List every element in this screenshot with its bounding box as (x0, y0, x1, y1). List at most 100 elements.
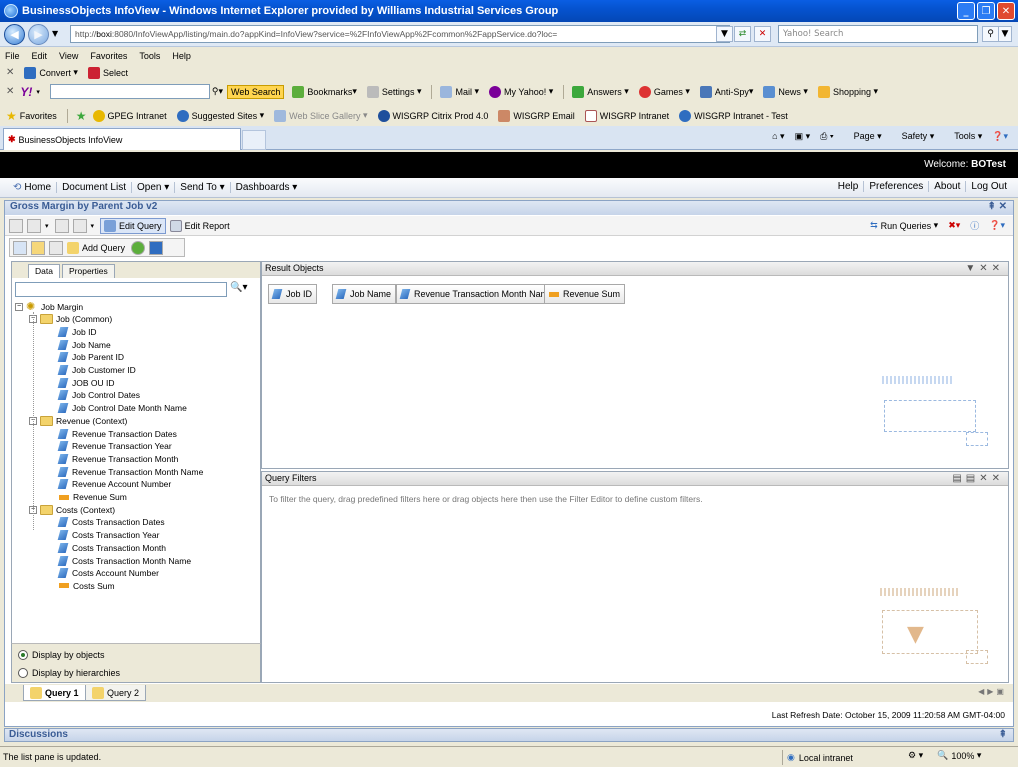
search-options-icon[interactable]: ▼ (998, 26, 1012, 42)
help-icon[interactable]: ❓▾ (992, 131, 1008, 142)
home-icon[interactable]: ⌂ ▾ (772, 131, 784, 142)
fav-link-email[interactable]: WISGRP Email (498, 109, 575, 122)
search-go-icon[interactable]: ⚲ (982, 26, 999, 42)
tree-item[interactable]: Costs Sum (59, 579, 115, 592)
query-tab-navigation[interactable]: ◀▶▣ (978, 687, 1007, 696)
combine-icon[interactable] (131, 240, 146, 255)
close-button[interactable]: ✕ (997, 2, 1015, 20)
tree-item[interactable]: Costs Transaction Month (57, 541, 166, 554)
menu-favorites[interactable]: Favorites (90, 51, 127, 61)
display-by-objects-option[interactable]: Display by objects (18, 650, 105, 660)
fav-link-citrix[interactable]: WISGRP Citrix Prod 4.0 (377, 109, 488, 122)
tree-item[interactable]: Costs Transaction Year (57, 529, 159, 542)
nav-dashboards[interactable]: Dashboards ▾ (231, 182, 303, 193)
maximize-button[interactable]: ❐ (977, 2, 995, 20)
yahoo-dropdown-icon[interactable]: ▾ (36, 88, 40, 96)
tree-item[interactable]: Revenue Sum (59, 491, 127, 504)
view-sql-icon[interactable] (31, 240, 45, 255)
toolbar-close-icon[interactable]: ✕ (6, 67, 14, 78)
run-queries-button[interactable]: ⇆ Run Queries ▾ (870, 220, 938, 231)
tree-item[interactable]: Job Control Dates (57, 389, 140, 402)
tree-item[interactable]: JOB OU ID (57, 376, 115, 389)
yahoo-search-icon[interactable]: ⚲▾ (212, 86, 223, 97)
tab-query-1[interactable]: Query 1 (23, 685, 86, 701)
nav-open[interactable]: Open ▾ (132, 182, 176, 193)
new-doc-icon[interactable] (9, 218, 23, 233)
security-zone[interactable]: ◉ Local intranet (782, 750, 902, 765)
result-panel-controls[interactable]: ▼✕✕ (965, 262, 1004, 275)
save-icon[interactable] (27, 218, 41, 233)
tree-item[interactable]: Revenue Transaction Month Name (57, 465, 203, 478)
fav-link-gpeg[interactable]: GPEG Intranet (92, 109, 167, 122)
mail-button[interactable]: Mail ▾ (440, 85, 479, 98)
sql-icon[interactable] (149, 240, 164, 255)
object-search-input[interactable] (15, 282, 227, 297)
news-button[interactable]: News ▾ (763, 85, 808, 98)
result-object-chip[interactable]: Revenue Sum (544, 284, 626, 304)
menu-view[interactable]: View (59, 51, 78, 61)
nav-document-list[interactable]: Document List (57, 182, 132, 193)
display-by-hierarchies-option[interactable]: Display by hierarchies (18, 668, 120, 678)
nav-logout[interactable]: Log Out (965, 181, 1012, 192)
history-dropdown-icon[interactable]: ▼ (52, 29, 58, 38)
result-objects-panel[interactable]: Result Objects ▼✕✕ Job ID Job Name Revenue… (261, 261, 1009, 469)
url-input[interactable]: http://boxi:8080/InfoViewApp/listing/mai… (70, 25, 730, 43)
fav-link-intranet-test[interactable]: WISGRP Intranet - Test (679, 109, 788, 122)
browser-tab-active[interactable]: ✱ BusinessObjects InfoView (3, 128, 241, 150)
menu-tools[interactable]: Tools (139, 51, 160, 61)
zoom-control[interactable]: ⚙ ▾ 🔍 100% ▾ (908, 750, 981, 761)
filter-panel-controls[interactable]: ▤▤✕✕ (952, 472, 1004, 485)
query-filters-panel[interactable]: Query Filters ▤▤✕✕ To filter the query, … (261, 471, 1009, 683)
minimize-button[interactable]: _ (957, 2, 975, 20)
tree-folder[interactable]: − Job (Common) (29, 313, 112, 326)
menu-edit[interactable]: Edit (32, 51, 48, 61)
edit-report-button[interactable]: Edit Report (169, 219, 230, 232)
nav-about[interactable]: About (928, 181, 965, 192)
tree-item[interactable]: Job Customer ID (57, 364, 136, 377)
select-button[interactable]: Select (87, 66, 128, 79)
tree-root[interactable]: − ✺ Job Margin (15, 300, 83, 313)
tree-item[interactable]: Revenue Account Number (57, 478, 171, 491)
settings-button[interactable]: Settings ▾ (366, 85, 421, 98)
tree-item[interactable]: Revenue Transaction Dates (57, 427, 177, 440)
edit-query-button[interactable]: Edit Query (100, 217, 166, 234)
info-icon[interactable]: ⓘ (970, 219, 979, 232)
tree-folder[interactable]: − Costs (Context) (29, 503, 115, 516)
fav-link-intranet[interactable]: WISGRP Intranet (584, 109, 669, 122)
fav-link-webslice[interactable]: Web Slice Gallery ▾ (274, 109, 368, 122)
fav-link-suggested[interactable]: Suggested Sites ▾ (176, 109, 264, 122)
result-object-chip[interactable]: Job Name (332, 284, 397, 304)
tree-item[interactable]: Revenue Transaction Month (57, 452, 178, 465)
purge-icon[interactable]: ✖▾ (948, 220, 960, 231)
nav-preferences[interactable]: Preferences (863, 181, 928, 192)
add-favorite-icon[interactable]: ★ (76, 109, 87, 123)
tree-item[interactable]: Job Name (57, 338, 111, 351)
url-dropdown-icon[interactable]: ▼ (716, 26, 733, 42)
forward-icon[interactable]: ▶ (28, 24, 49, 45)
feeds-icon[interactable]: ▣ ▾ (795, 131, 811, 142)
tree-item[interactable]: Job ID (57, 325, 97, 338)
save-dropdown-icon[interactable]: ▾ (45, 222, 49, 230)
games-button[interactable]: Games ▾ (638, 85, 690, 98)
tools-menu[interactable]: Tools ▾ (944, 131, 982, 142)
result-object-chip[interactable]: Job ID (268, 284, 318, 304)
tab-query-2[interactable]: Query 2 (85, 685, 147, 701)
answers-button[interactable]: Answers ▾ (572, 85, 629, 98)
nav-help[interactable]: Help (833, 181, 864, 192)
export-icon[interactable] (72, 218, 87, 233)
add-query-button[interactable]: Add Query (67, 241, 125, 254)
my-yahoo-button[interactable]: My Yahoo! ▾ (489, 85, 553, 98)
bookmarks-button[interactable]: Bookmarks ▾ (292, 85, 357, 98)
yahoo-close-icon[interactable]: ✕ (6, 86, 14, 97)
tree-item[interactable]: Job Control Date Month Name (57, 402, 187, 415)
properties-icon[interactable] (49, 240, 63, 255)
yahoo-logo[interactable]: Y! (20, 85, 32, 99)
print-icon[interactable]: ⎙ ▾ (820, 131, 833, 142)
web-search-button[interactable]: Web Search (227, 84, 285, 99)
safety-menu[interactable]: Safety ▾ (892, 131, 935, 142)
tree-item[interactable]: Costs Transaction Month Name (57, 554, 191, 567)
discussions-panel[interactable]: Discussions ⇞ (4, 728, 1014, 742)
tree-folder[interactable]: − Revenue (Context) (29, 414, 127, 427)
nav-send-to[interactable]: Send To ▾ (175, 182, 231, 193)
help-icon[interactable]: ❓▾ (989, 220, 1005, 231)
